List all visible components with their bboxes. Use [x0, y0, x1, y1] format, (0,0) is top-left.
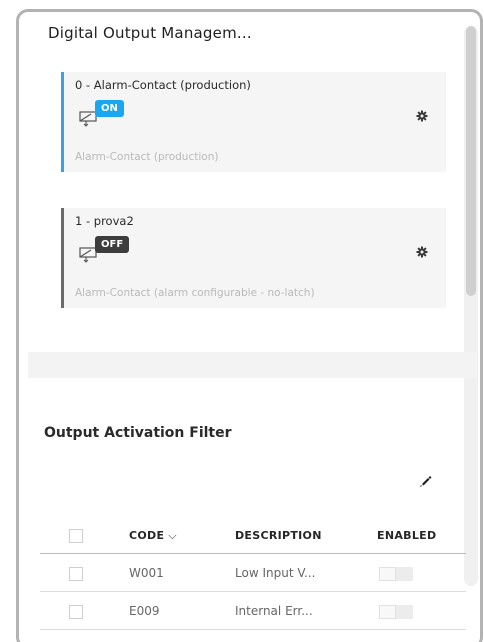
gear-icon[interactable] [416, 110, 428, 122]
output-description: Alarm-Contact (production) [75, 151, 219, 163]
output-item-0[interactable]: 0 - Alarm-Contact (production) ON Alarm-… [61, 72, 446, 172]
row-checkbox[interactable] [69, 605, 83, 619]
row-code: W001 [129, 566, 164, 580]
scrollbar[interactable] [464, 26, 478, 586]
enabled-toggle[interactable] [379, 605, 413, 619]
card-title: Digital Output Managem... [48, 24, 252, 42]
row-checkbox[interactable] [69, 567, 83, 581]
gear-icon[interactable] [416, 246, 428, 258]
scrollbar-thumb[interactable] [466, 26, 476, 296]
column-header-description[interactable]: DESCRIPTION [235, 529, 322, 542]
table-header: CODE ⌵ DESCRIPTION ENABLED [40, 516, 466, 554]
output-name: 0 - Alarm-Contact (production) [75, 78, 251, 92]
column-header-code-label: CODE [129, 529, 165, 542]
row-code: E009 [129, 604, 160, 618]
section-divider [28, 352, 477, 378]
toggle-knob [379, 605, 396, 619]
table-row[interactable]: W001 Low Input V... [40, 554, 466, 592]
output-description: Alarm-Contact (alarm configurable - no-l… [75, 287, 315, 299]
pencil-icon[interactable] [418, 474, 432, 488]
column-header-enabled[interactable]: ENABLED [377, 529, 436, 542]
row-description: Internal Err... [235, 604, 313, 618]
device-panel: Digital Output Managem... 0 - Alarm-Cont… [16, 9, 483, 642]
status-badge-off: OFF [95, 236, 130, 253]
toggle-knob [379, 567, 396, 581]
chevron-down-icon[interactable]: ⌵ [168, 529, 177, 543]
row-description: Low Input V... [235, 566, 316, 580]
table-row[interactable]: E009 Internal Err... [40, 592, 466, 630]
select-all-checkbox[interactable] [69, 529, 83, 543]
enabled-toggle[interactable] [379, 567, 413, 581]
status-badge-on: ON [95, 100, 124, 117]
output-item-1[interactable]: 1 - prova2 OFF Alarm-Contact (alarm conf… [61, 208, 446, 308]
filter-section-title: Output Activation Filter [44, 425, 232, 441]
column-header-code[interactable]: CODE ⌵ [129, 529, 177, 543]
output-name: 1 - prova2 [75, 214, 134, 228]
